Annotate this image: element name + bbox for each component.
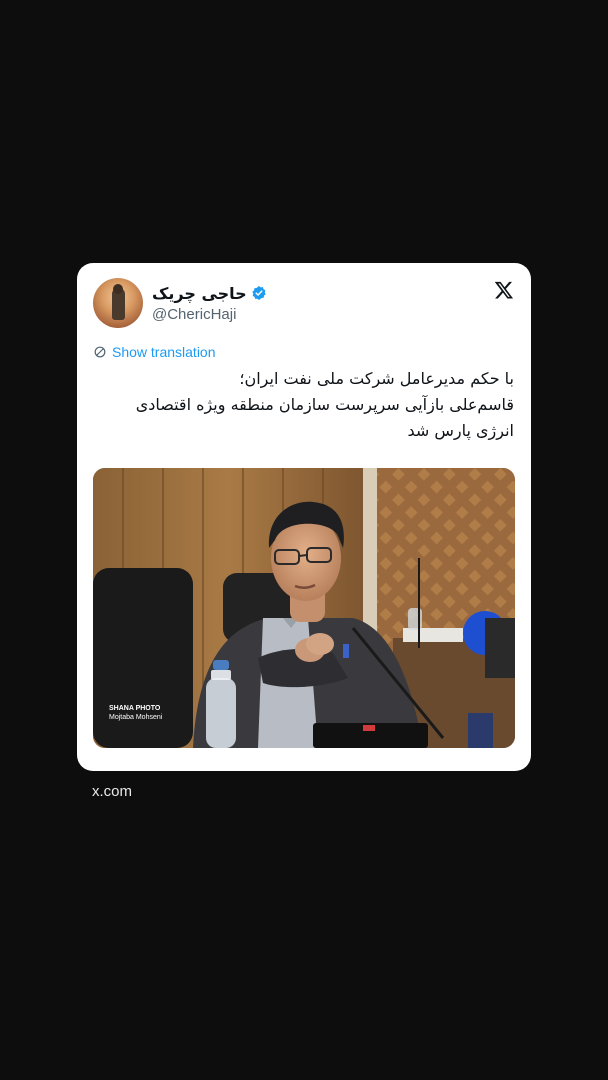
display-name[interactable]: حاجی چریک (152, 284, 247, 303)
user-handle[interactable]: @ChericHaji (152, 306, 236, 323)
verified-badge-icon (251, 285, 267, 301)
photo-watermark: SHANA PHOTO Mojtaba Mohseni (109, 704, 162, 722)
avatar[interactable] (93, 278, 143, 328)
photo-watermark-credit: Mojtaba Mohseni (109, 714, 163, 721)
show-translation-link[interactable]: Show translation (93, 343, 216, 361)
name-row: حاجی چریک (152, 283, 267, 303)
tweet-photo[interactable]: SHANA PHOTO Mojtaba Mohseni (93, 468, 515, 748)
tweet-text: با حکم مدیرعامل شرکت ملی نفت ایران؛ قاسم… (94, 366, 514, 444)
tweet-text-line: با حکم مدیرعامل شرکت ملی نفت ایران؛ (239, 369, 514, 388)
avatar-head (113, 284, 123, 294)
x-logo-icon[interactable] (494, 280, 514, 300)
photo-watermark-title: SHANA PHOTO (109, 705, 161, 712)
show-translation-label[interactable]: Show translation (112, 344, 216, 360)
translate-icon (93, 345, 107, 359)
tweet-text-line: قاسم‌علی بازآیی سرپرست سازمان منطقه ویژه… (135, 395, 514, 414)
tweet-text-line: انرژی پارس شد (407, 421, 514, 440)
tweet-card[interactable]: حاجی چریک @ChericHaji Show translation ب… (77, 263, 531, 771)
source-domain-link[interactable]: x.com (92, 783, 132, 800)
